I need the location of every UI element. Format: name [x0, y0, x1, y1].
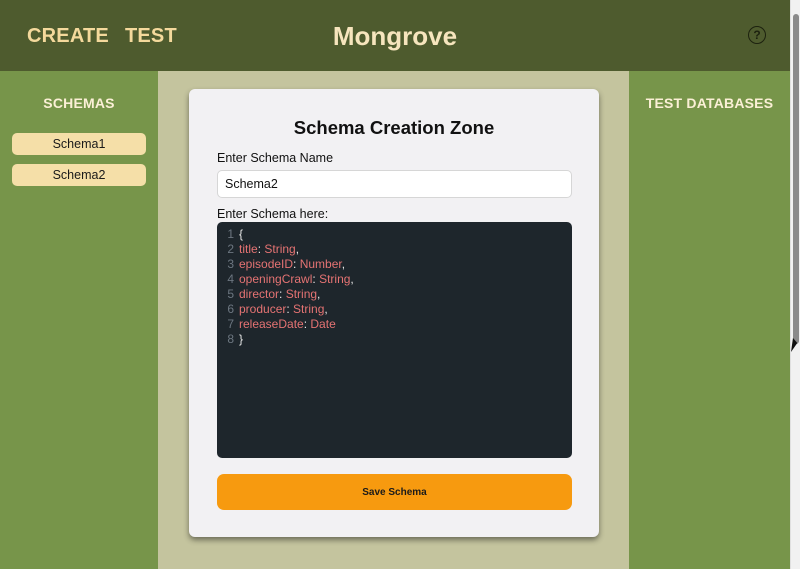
schema-name-input[interactable]: [217, 170, 572, 198]
code-punctuation: }: [239, 332, 244, 346]
schemas-heading: SCHEMAS: [43, 95, 115, 111]
code-type: Date: [310, 317, 336, 331]
schema-item-schema2[interactable]: Schema2: [12, 164, 146, 186]
line-number: 3: [227, 257, 234, 271]
code-text: releaseDate: Date: [239, 317, 336, 332]
code-punctuation: {: [239, 227, 244, 241]
app-root: CREATE TEST Mongrove ? SCHEMAS Schema1 S…: [0, 0, 790, 569]
code-punctuation: ,: [350, 272, 354, 286]
code-type: String: [293, 302, 325, 316]
code-text: producer: String,: [239, 302, 328, 317]
page-scrollbar[interactable]: [790, 0, 800, 569]
schema-list: Schema1 Schema2: [0, 133, 158, 186]
schemas-sidebar: SCHEMAS Schema1 Schema2: [0, 71, 158, 569]
code-key: director: [239, 287, 280, 301]
code-type: String: [285, 287, 318, 301]
schema-code-editor[interactable]: 1{2 title: String, 3 episodeID: Number, 4 ope…: [217, 222, 572, 458]
code-text: }: [239, 332, 243, 347]
code-text: openingCrawl: String,: [239, 272, 354, 287]
code-type: String: [264, 242, 296, 256]
code-key: openingCrawl: [239, 272, 313, 286]
code-separator: :: [279, 287, 286, 301]
code-text: {: [239, 227, 243, 242]
code-type: String: [319, 272, 351, 286]
code-line: 5 director: String,: [217, 287, 572, 302]
header-bar: CREATE TEST Mongrove ?: [0, 0, 790, 71]
code-key: producer: [239, 302, 287, 316]
line-number: 5: [227, 287, 234, 301]
code-key: title: [239, 242, 258, 256]
schema-item-schema1[interactable]: Schema1: [12, 133, 146, 155]
code-line: 8}: [217, 332, 572, 347]
save-schema-button[interactable]: Save Schema: [217, 474, 572, 510]
app-title: Mongrove: [332, 21, 458, 51]
code-text: episodeID: Number,: [239, 257, 345, 272]
code-key: releaseDate: [239, 317, 304, 331]
code-punctuation: ,: [341, 257, 346, 271]
scrollbar-thumb[interactable]: [793, 14, 799, 344]
code-line: 2 title: String,: [217, 242, 572, 257]
code-line: 6 producer: String,: [217, 302, 572, 317]
code-separator: :: [293, 257, 300, 271]
line-number: 6: [227, 302, 234, 316]
schema-name-label: Enter Schema Name: [217, 151, 334, 165]
line-number: 8: [227, 332, 234, 346]
code-line: 1{: [217, 227, 572, 242]
code-text: title: String,: [239, 242, 299, 257]
code-type: Number: [299, 257, 342, 271]
code-line: 3 episodeID: Number,: [217, 257, 572, 272]
code-key: episodeID: [239, 257, 294, 271]
schema-creation-card: Schema Creation Zone Enter Schema Name E…: [189, 89, 599, 537]
code-line: 4 openingCrawl: String,: [217, 272, 572, 287]
line-number: 1: [227, 227, 234, 241]
code-text: director: String,: [239, 287, 320, 302]
test-databases-heading: TEST DATABASES: [645, 95, 774, 111]
line-number: 2: [227, 242, 234, 256]
card-title: Schema Creation Zone: [293, 117, 495, 138]
code-punctuation: ,: [324, 302, 328, 316]
help-icon[interactable]: ?: [748, 26, 766, 44]
line-number: 7: [227, 317, 234, 331]
code-punctuation: ,: [295, 242, 300, 256]
test-databases-sidebar: TEST DATABASES: [629, 71, 790, 569]
code-punctuation: ,: [317, 287, 321, 301]
schema-editor-label: Enter Schema here:: [217, 207, 329, 221]
line-number: 4: [227, 272, 234, 286]
code-line: 7 releaseDate: Date: [217, 317, 572, 332]
